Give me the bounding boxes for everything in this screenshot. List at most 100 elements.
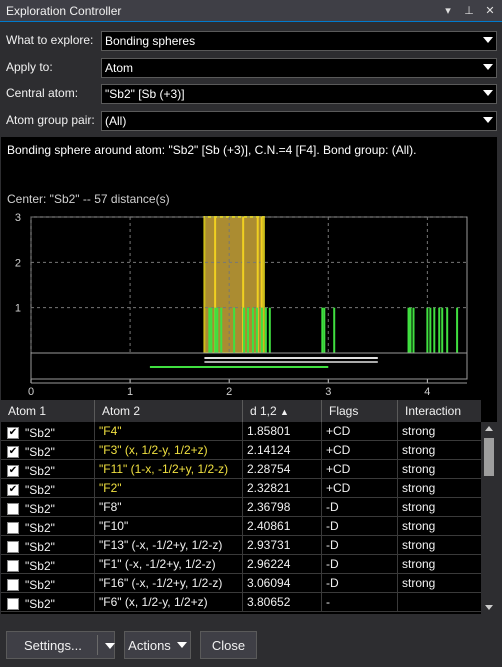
- checkbox[interactable]: [7, 559, 19, 572]
- atom1-label: "Sb2": [25, 444, 55, 459]
- explore-label: What to explore:: [6, 33, 94, 47]
- central-label: Central atom:: [6, 86, 79, 100]
- y-tick-label: 3: [15, 212, 21, 224]
- checkbox[interactable]: [7, 578, 19, 591]
- scroll-thumb[interactable]: [484, 438, 494, 476]
- interaction-cell: strong: [402, 443, 436, 457]
- chevron-down-icon: [483, 64, 493, 70]
- table-scrollbar[interactable]: [481, 422, 497, 614]
- checkbox-checked[interactable]: ✔: [7, 464, 19, 477]
- apply-select[interactable]: Atom: [101, 58, 497, 78]
- checkbox[interactable]: [7, 521, 19, 534]
- distance-cell: 2.93731: [243, 536, 322, 555]
- table-row[interactable]: "Sb2" "F10" 2.40861 -D strong: [1, 517, 481, 536]
- atom1-cell: ✔ "Sb2": [1, 479, 95, 498]
- apply-row: Apply to: Atom: [0, 57, 502, 79]
- atom1-label: "Sb2": [25, 520, 55, 535]
- col-flags[interactable]: Flags: [322, 400, 398, 422]
- atom1-cell: ✔ "Sb2": [1, 460, 95, 479]
- atom1-label: "Sb2": [25, 596, 55, 611]
- atom2-cell: "F10": [95, 517, 243, 536]
- atom1-cell: ✔ "Sb2": [1, 422, 95, 441]
- close-icon[interactable]: ✕: [481, 2, 499, 20]
- atom2-cell: "F3" (x, 1/2-y, 1/2+z): [95, 441, 243, 460]
- atom2-cell: "F8": [95, 498, 243, 517]
- flags-cell: +CD: [322, 441, 398, 460]
- col-atom1[interactable]: Atom 1: [1, 400, 95, 422]
- scroll-down-icon[interactable]: [485, 605, 493, 610]
- bond-table: Atom 1 Atom 2 d 1,2 ▲ Flags Interaction …: [1, 400, 497, 614]
- distance-cell: 2.36798: [243, 498, 322, 517]
- distance-cell: 3.80652: [243, 593, 322, 612]
- table-row[interactable]: "Sb2" "F16" (-x, -1/2+y, 1/2-z) 3.06094 -D s…: [1, 574, 481, 593]
- apply-value: Atom: [105, 61, 134, 75]
- interaction-cell: strong: [402, 481, 436, 495]
- flags-cell: -D: [322, 517, 398, 536]
- pin-icon[interactable]: ⊥: [460, 2, 478, 20]
- chevron-down-icon: [483, 117, 493, 123]
- actions-dropdown-icon: [176, 642, 187, 648]
- col-distance-label: d 1,2: [250, 404, 277, 418]
- table-row[interactable]: ✔ "Sb2" "F4" 1.85801 +CD strong: [1, 422, 481, 441]
- close-button[interactable]: Close: [200, 631, 257, 659]
- table-row[interactable]: "Sb2" "F8" 2.36798 -D strong: [1, 498, 481, 517]
- table-row[interactable]: "Sb2" "F1" (-x, -1/2+y, 1/2-z) 2.96224 -D st…: [1, 555, 481, 574]
- checkbox-checked[interactable]: ✔: [7, 483, 19, 496]
- settings-dropdown-icon[interactable]: [105, 643, 115, 649]
- table-row[interactable]: ✔ "Sb2" "F11" (1-x, -1/2+y, 1/2-z) 2.28754 +…: [1, 460, 481, 479]
- settings-button[interactable]: Settings...: [6, 631, 115, 659]
- distance-cell: 3.06094: [243, 574, 322, 593]
- distance-chart[interactable]: 1 2 3 0 1 2 3 4: [1, 137, 497, 400]
- pair-label: Atom group pair:: [6, 113, 95, 127]
- atom1-cell: "Sb2": [1, 555, 95, 574]
- atom1-label: "Sb2": [25, 463, 55, 478]
- table-row[interactable]: "Sb2" "F13" (-x, -1/2+y, 1/2-z) 2.93731 -D s…: [1, 536, 481, 555]
- distance-cell: 2.14124: [243, 441, 322, 460]
- settings-label: Settings...: [24, 637, 82, 653]
- distance-cell: 2.32821: [243, 479, 322, 498]
- y-tick-label: 2: [15, 257, 21, 269]
- checkbox[interactable]: [7, 597, 19, 610]
- checkbox[interactable]: [7, 502, 19, 515]
- flags-cell: +CD: [322, 460, 398, 479]
- info-panel: Bonding sphere around atom: "Sb2" [Sb (+…: [1, 137, 497, 400]
- pair-select[interactable]: (All): [101, 111, 497, 131]
- flags-cell: -: [322, 593, 398, 612]
- atom1-cell: "Sb2": [1, 517, 95, 536]
- checkbox-checked[interactable]: ✔: [7, 445, 19, 458]
- atom1-label: "Sb2": [25, 577, 55, 592]
- atom2-cell: "F2": [95, 479, 243, 498]
- col-interaction[interactable]: Interaction: [398, 400, 481, 422]
- col-distance[interactable]: d 1,2 ▲: [243, 400, 322, 422]
- interaction-cell: [398, 593, 481, 612]
- flags-cell: -D: [322, 536, 398, 555]
- x-tick-label: 0: [28, 386, 34, 398]
- interaction-cell: strong: [402, 424, 436, 438]
- distance-cell: 2.40861: [243, 517, 322, 536]
- central-select[interactable]: "Sb2" [Sb (+3)]: [101, 84, 497, 104]
- dropdown-icon[interactable]: ▾: [439, 2, 457, 20]
- x-tick-label: 3: [325, 386, 331, 398]
- atom1-label: "Sb2": [25, 558, 55, 573]
- atom2-cell: "F4": [95, 422, 243, 441]
- atom1-label: "Sb2": [25, 501, 55, 516]
- pair-row: Atom group pair: (All): [0, 110, 502, 132]
- actions-button[interactable]: Actions: [124, 631, 191, 659]
- table-row[interactable]: "Sb2" "F6" (x, 1/2-y, 1/2+z) 3.80652-: [1, 593, 481, 612]
- table-row[interactable]: ✔ "Sb2" "F2" 2.32821 +CD strong: [1, 479, 481, 498]
- atom2-cell: "F6" (x, 1/2-y, 1/2+z): [95, 593, 243, 612]
- atom1-cell: "Sb2": [1, 498, 95, 517]
- chevron-down-icon: [483, 90, 493, 96]
- table-row[interactable]: ✔ "Sb2" "F3" (x, 1/2-y, 1/2+z) 2.14124 +CD st…: [1, 441, 481, 460]
- explore-row: What to explore: Bonding spheres: [0, 30, 502, 52]
- central-row: Central atom: "Sb2" [Sb (+3)]: [0, 83, 502, 105]
- col-atom2[interactable]: Atom 2: [95, 400, 243, 422]
- scroll-up-icon[interactable]: [485, 426, 493, 431]
- checkbox-checked[interactable]: ✔: [7, 426, 19, 439]
- explore-select[interactable]: Bonding spheres: [101, 31, 497, 51]
- atom1-cell: ✔ "Sb2": [1, 441, 95, 460]
- checkbox[interactable]: [7, 540, 19, 553]
- atom1-cell: "Sb2": [1, 574, 95, 593]
- atom2-cell: "F11" (1-x, -1/2+y, 1/2-z): [95, 460, 243, 479]
- apply-label: Apply to:: [6, 60, 53, 74]
